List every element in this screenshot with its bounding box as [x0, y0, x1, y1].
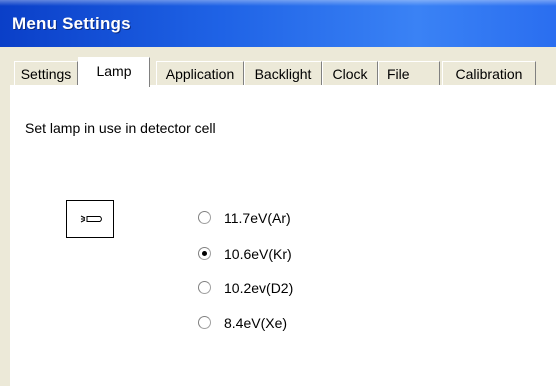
radio-button[interactable]: [198, 316, 211, 329]
radio-label-ar: 11.7eV(Ar): [224, 210, 291, 226]
tab-calibration[interactable]: Calibration: [442, 61, 536, 85]
tab-application[interactable]: Application: [156, 61, 244, 85]
radio-label-kr: 10.6eV(Kr): [224, 246, 292, 262]
lamp-image: [66, 200, 114, 238]
radio-selected-dot: [202, 251, 207, 256]
menu-settings-window: Menu Settings Settings Lamp Application …: [0, 0, 556, 386]
tab-clock[interactable]: Clock: [322, 61, 378, 85]
lamp-description: Set lamp in use in detector cell: [25, 120, 216, 136]
tab-file-label: File: [387, 66, 410, 82]
radio-label-xe: 8.4eV(Xe): [224, 315, 288, 331]
lamp-icon: [80, 215, 102, 223]
title-bar[interactable]: Menu Settings: [0, 0, 556, 47]
tab-backlight[interactable]: Backlight: [244, 61, 322, 85]
tab-settings[interactable]: Settings: [14, 61, 78, 85]
window-title: Menu Settings: [12, 14, 131, 33]
radio-button[interactable]: [198, 281, 211, 294]
tab-calibration-label: Calibration: [455, 66, 523, 82]
radio-button-selected[interactable]: [198, 247, 211, 260]
tab-backlight-label: Backlight: [254, 66, 312, 82]
tab-lamp[interactable]: Lamp: [78, 57, 150, 87]
radio-button[interactable]: [198, 211, 211, 224]
tab-lamp-label: Lamp: [96, 63, 132, 79]
tab-application-label: Application: [165, 66, 235, 82]
tab-clock-label: Clock: [332, 66, 368, 82]
radio-label-d2: 10.2ev(D2): [224, 280, 294, 296]
tab-settings-label: Settings: [20, 66, 72, 82]
tab-strip: Settings Lamp Application Backlight Cloc…: [0, 47, 556, 89]
tab-file[interactable]: File: [378, 61, 440, 85]
